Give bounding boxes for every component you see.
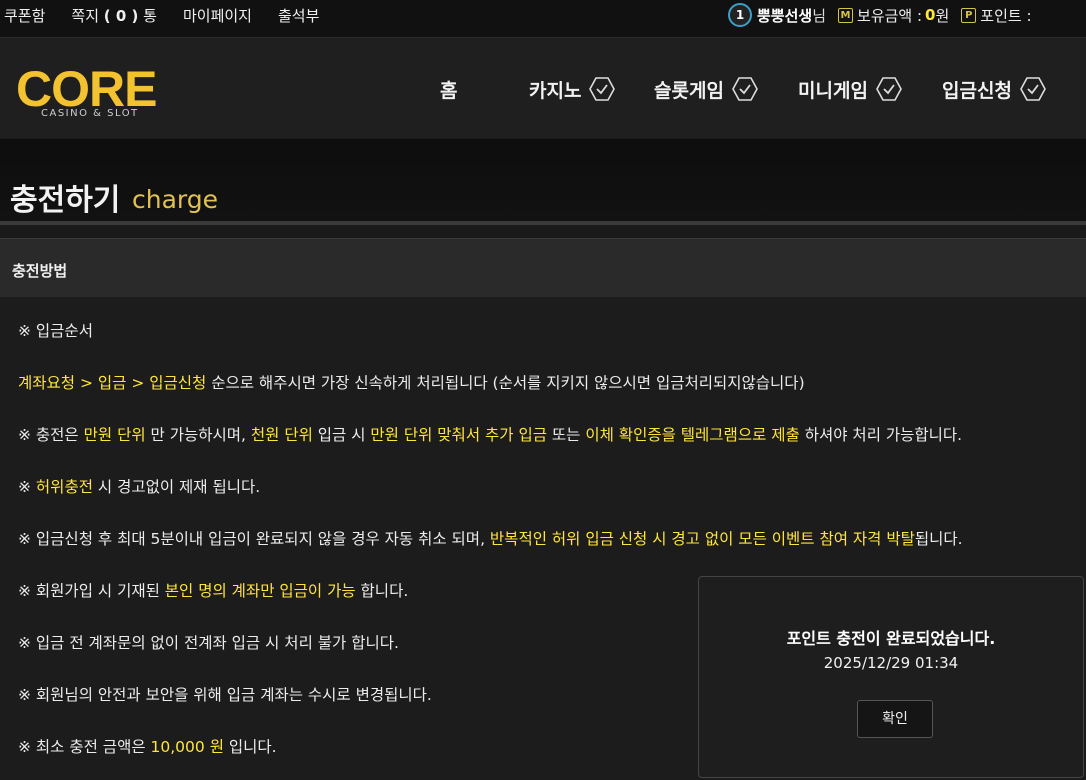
dialog-timestamp: 2025/12/29 01:34 <box>823 654 959 672</box>
main-nav: 홈 카지노 슬롯게임 미니게임 입금신청 <box>0 76 1086 102</box>
instruction-text: ※ 입금 전 계좌문의 없이 전계좌 입금 시 처리 불가 합니다. <box>18 634 399 652</box>
highlight-text: 허위충전 <box>35 478 93 496</box>
money-icon: M <box>838 7 854 23</box>
confirm-button[interactable]: 확인 <box>857 700 933 738</box>
instruction-line: ※ 충전은 만원 단위 만 가능하시며, 천원 단위 입금 시 만원 단위 맞춰… <box>18 423 962 445</box>
dialog-message: 포인트 충전이 완료되었습니다. <box>786 629 996 648</box>
instruction-text: ※ 회원님의 안전과 보안을 위해 입금 계좌는 수시로 변경됩니다. <box>18 686 432 704</box>
instruction-line: 계좌요청 > 입금 > 입금신청 순으로 해주시면 가장 신속하게 처리됩니다 … <box>18 371 805 393</box>
instruction-line: ※ 허위충전 시 경고없이 제재 됩니다. <box>18 475 260 497</box>
point-label: 포인트 : <box>980 6 1032 25</box>
nav-label: 카지노 <box>529 79 582 102</box>
instruction-line: ※ 입금순서 <box>18 319 93 341</box>
instruction-text: 됩니다. <box>914 530 963 548</box>
message-suffix: 통 <box>143 6 157 25</box>
instruction-text: 합니다. <box>355 582 409 600</box>
highlight-text: 본인 명의 계좌만 입금이 가능 <box>164 582 356 600</box>
instruction-text: 순으로 해주시면 가장 신속하게 처리됩니다 (순서를 지키지 않으시면 입금처… <box>206 374 805 392</box>
nav-minigame[interactable]: 미니게임 <box>798 76 902 102</box>
chevron-check-icon <box>732 77 758 101</box>
instruction-line: ※ 입금 전 계좌문의 없이 전계좌 입금 시 처리 불가 합니다. <box>18 631 399 653</box>
main-header: CORE CASINO & SLOT 홈 카지노 슬롯게임 미니게임 입금신청 <box>0 38 1086 138</box>
point-icon: P <box>961 7 977 23</box>
top-utility-bar: 쿠폰함 쪽지 ( 0 ) 통 마이페이지 출석부 1 뿡뿡선생 님 M 보유금액… <box>0 0 1086 38</box>
coupon-link[interactable]: 쿠폰함 <box>4 5 45 26</box>
nav-label: 입금신청 <box>942 79 1012 102</box>
instruction-text: ※ 입금순서 <box>18 322 93 340</box>
instruction-line: ※ 최소 충전 금액은 10,000 원 입니다. <box>18 735 277 757</box>
instruction-text: 또는 <box>546 426 586 444</box>
section-title: 충전방법 <box>12 262 68 280</box>
level-badge-icon: 1 <box>728 3 752 27</box>
highlight-text: 만원 단위 <box>83 426 146 444</box>
username: 뿡뿡선생 <box>757 6 813 25</box>
highlight-text: 만원 단위 맞춰서 추가 입금 <box>370 426 547 444</box>
page-title: 충전하기 <box>10 183 121 218</box>
highlight-text: 천원 단위 <box>250 426 313 444</box>
instruction-text: ※ 회원가입 시 기재된 <box>18 582 165 600</box>
nav-label: 미니게임 <box>798 79 868 102</box>
money-unit: 원 <box>935 6 950 25</box>
highlight-text: 이체 확인증을 텔레그램으로 제출 <box>585 426 800 444</box>
chevron-check-icon <box>589 77 616 101</box>
instruction-line: ※ 회원님의 안전과 보안을 위해 입금 계좌는 수시로 변경됩니다. <box>18 683 432 705</box>
top-left-links: 쿠폰함 쪽지 ( 0 ) 통 마이페이지 출석부 <box>4 0 345 30</box>
chevron-check-icon <box>1020 77 1046 101</box>
logo-subtitle: CASINO & SLOT <box>41 108 139 119</box>
highlight-text: 계좌요청 > 입금 > 입금신청 <box>18 374 207 392</box>
instruction-text: ※ 입금신청 후 최대 5분이내 입금이 완료되지 않을 경우 자동 취소 되며… <box>18 530 490 548</box>
message-label: 쪽지 <box>71 6 100 25</box>
username-suffix: 님 <box>812 6 827 25</box>
instruction-text: 하셔야 처리 가능합니다. <box>799 426 963 444</box>
mypage-link[interactable]: 마이페이지 <box>183 5 252 26</box>
instruction-text: 입금 시 <box>312 426 371 444</box>
instruction-text: 시 경고없이 제재 됩니다. <box>92 478 261 496</box>
instruction-line: ※ 입금신청 후 최대 5분이내 입금이 완료되지 않을 경우 자동 취소 되며… <box>18 527 963 549</box>
money-value: 0 <box>925 6 936 24</box>
instruction-text: ※ 최소 충전 금액은 <box>18 738 151 756</box>
nav-slot[interactable]: 슬롯게임 <box>654 76 758 102</box>
nav-home[interactable]: 홈 <box>440 76 457 102</box>
instruction-text: 만 가능하시며, <box>145 426 251 444</box>
page-title-english: charge <box>132 185 218 214</box>
nav-deposit[interactable]: 입금신청 <box>942 76 1046 102</box>
money-label: 보유금액 : <box>857 6 923 25</box>
section-header: 충전방법 <box>0 238 1086 298</box>
top-right-user-info: 1 뿡뿡선생 님 M 보유금액 : 0 원 P 포인트 : <box>728 0 1032 30</box>
instruction-text: ※ 충전은 <box>18 426 84 444</box>
notification-dialog: 포인트 충전이 완료되었습니다. 2025/12/29 01:34 확인 <box>698 576 1084 778</box>
message-count: ( 0 ) <box>103 6 139 25</box>
nav-label: 홈 <box>440 79 458 102</box>
instruction-text: 입니다. <box>223 738 277 756</box>
message-link[interactable]: 쪽지 ( 0 ) 통 <box>71 5 157 26</box>
attendance-link[interactable]: 출석부 <box>278 5 319 26</box>
instruction-line: ※ 회원가입 시 기재된 본인 명의 계좌만 입금이 가능 합니다. <box>18 579 408 601</box>
nav-label: 슬롯게임 <box>654 79 724 102</box>
instruction-text: ※ <box>18 478 36 496</box>
highlight-text: 10,000 원 <box>150 738 224 756</box>
highlight-text: 반복적인 허위 입금 신청 시 경고 없이 모든 이벤트 참여 자격 박탈 <box>489 530 915 548</box>
page-title-band: 충전하기 charge <box>0 139 1086 225</box>
nav-casino[interactable]: 카지노 <box>529 76 616 102</box>
chevron-check-icon <box>876 77 902 101</box>
